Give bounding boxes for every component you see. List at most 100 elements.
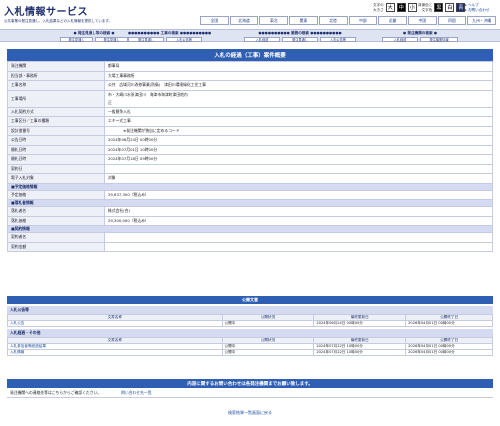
overview-row: 公告日時 2024年06月24日 00時00分 <box>7 135 493 146</box>
contact-link[interactable]: ▸ お問い合わせ <box>465 8 490 13</box>
document-link[interactable]: 入札公告 <box>7 320 223 327</box>
document-table: 文書名称 公開状況 最終更新日 公開終了日 入札参加者等経過結果 公開中 2024年07月2… <box>7 337 493 356</box>
color-white-button[interactable]: 白 <box>445 3 455 12</box>
field-label: 発注機関 <box>7 61 105 72</box>
document-cell: 2024年06月24日 00時00分 <box>313 320 407 327</box>
region-tabs: 全国 北海道 東北 関東 北陸 中部 近畿 中国 四国 九州・沖縄 <box>200 16 497 25</box>
inquiry-contacts-link[interactable]: 問い合わせ先一覧 <box>121 390 151 396</box>
field-label: 入札契約方式 <box>7 106 105 117</box>
construction-outlook-button[interactable]: 発注見通し <box>128 37 164 42</box>
field-value: ※発注機関が独自に定めるコード <box>104 125 493 136</box>
construction-notice-button[interactable]: 入札公告等 <box>166 37 202 42</box>
field-label: 契約日 <box>7 163 105 174</box>
section-title: ■契約情報 <box>7 225 493 233</box>
field-value: 2024年06月24日 00時00分 <box>104 135 493 146</box>
field-value-line: 正 <box>108 99 112 105</box>
search-group-outlook: ● 発注見通し等の検索 ● 発注見通し 発注見通し <box>60 31 128 42</box>
field-value <box>104 241 493 252</box>
overview-row: 契約日 <box>7 163 493 174</box>
document-cell: 2024年07月22日 10時00分 <box>313 349 407 356</box>
field-label: 公告日時 <box>7 135 105 146</box>
document-table: 文書名称 公開状況 最終更新日 公開終了日 入札公告 公開中 2024年06月24日 00時… <box>7 314 493 327</box>
search-group-agency: ● 発注機関の検索 ● 入札経過 発注機関情報 <box>382 31 458 42</box>
color-black-button[interactable]: 黒 <box>434 3 444 12</box>
field-label: 工事場所 <box>7 89 105 108</box>
back-to-results-link[interactable]: 検索結果一覧画面に戻る <box>0 410 500 416</box>
region-tab[interactable]: 北海道 <box>229 16 259 25</box>
page-title: 入札の経過（工事）案件概要 <box>7 49 493 61</box>
service-outlook-button[interactable]: 発注見通し <box>282 37 318 42</box>
overview-row: 落札者名 株式会社(合) <box>7 206 493 217</box>
section-title: ■落札者情報 <box>7 199 493 207</box>
field-value: 株式会社(合) <box>104 206 493 217</box>
overview-row: 予定価格 29,637,300（税込み） <box>7 189 493 200</box>
overview-row: 発注機関 都事局 <box>7 61 493 72</box>
service-notice-button[interactable]: 入札公告等 <box>320 37 356 42</box>
overview-row: 契約金額 <box>7 241 493 252</box>
overview-row: 契約者名 <box>7 232 493 243</box>
documents-title: 公開文書 <box>7 296 493 304</box>
public-documents: 公開文書 入札公告等 文書名称 公開状況 最終更新日 公開終了日 入札公告 公開中 2024年… <box>7 296 493 356</box>
document-section-title: 入札経過・その他 <box>7 329 493 337</box>
site-subtitle: 公共事業の発注見通し、入札結果などの入札情報を提供しています。 <box>4 19 113 23</box>
agency-info-button[interactable]: 発注機関情報 <box>420 37 458 42</box>
document-cell: 2026年04月01日 00時00分 <box>405 320 493 327</box>
field-value: 29,300,000（税込み） <box>104 215 493 226</box>
overview-row: 開札日時 2024年07月01日 10時00分 <box>7 144 493 155</box>
field-value: 対象 <box>104 173 493 184</box>
field-label: 設計書番号 <box>7 125 105 136</box>
field-value <box>104 163 493 174</box>
overview-table: 発注機関 都事局 担当部・事務所 大場工事事務所 工事名称 公共 広域河川改修事業(防衛)… <box>7 61 493 252</box>
region-tab[interactable]: 中部 <box>348 16 378 25</box>
agency-progress-button[interactable]: 入札経過 <box>382 37 418 42</box>
field-value: 一般競争入札 <box>104 106 493 117</box>
font-size-label: 文字の 大きさ <box>373 3 384 12</box>
region-tab[interactable]: 九州・沖縄 <box>467 16 497 25</box>
section-header: ■予定価格情報 <box>7 182 493 191</box>
region-tab[interactable]: 北陸 <box>318 16 348 25</box>
document-row: 入札公告 公開中 2024年06月24日 00時00分 2026年04月01日 00時… <box>7 320 493 327</box>
field-value-line: 市・大崎川水系津田川 海津市海津町津田地内 <box>108 91 188 97</box>
font-small-button[interactable]: 小 <box>407 3 417 12</box>
field-label: 工事名称 <box>7 80 105 91</box>
search-group-service: ●●●●●●●●●● 業務の検索 ●●●●●●●●●● 入札経過 発注見通し 入… <box>244 31 356 42</box>
region-tab[interactable]: 中国 <box>407 16 437 25</box>
header: 入札情報サービス 公共事業の発注見通し、入札結果などの入札情報を提供しています。… <box>0 0 500 30</box>
field-value: 2024年07月01日 10時00分 <box>104 144 493 155</box>
site-logo[interactable]: 入札情報サービス 公共事業の発注見通し、入札結果などの入札情報を提供しています。 <box>4 3 112 24</box>
color-label: 背景色と 文字色 <box>418 3 433 12</box>
outlook-service-button[interactable]: 発注見通し <box>95 37 128 42</box>
field-label: 契約金額 <box>7 241 105 252</box>
overview-row: 担当部・事務所 大場工事事務所 <box>7 70 493 81</box>
region-tab[interactable]: 関東 <box>289 16 318 25</box>
overview-row: 開札日時 2024年07月18日 09時00分 <box>7 154 493 165</box>
field-label: 契約者名 <box>7 232 105 243</box>
field-value <box>104 232 493 243</box>
region-tab[interactable]: 全国 <box>200 16 229 25</box>
document-row: 入札情報 公開中 2024年07月22日 10時00分 2026年04月01日 00時… <box>7 349 493 356</box>
overview-row: 工事区分／工事の種類 エキー式工事 <box>7 116 493 127</box>
search-group-construction: ●●●●●●●●●● 工事の検索 ●●●●●●●●●● 発注見通し 入札公告等 <box>128 31 212 42</box>
color-controls: 背景色と 文字色 黒 白 青 <box>418 3 466 12</box>
case-overview: 入札の経過（工事）案件概要 発注機関 都事局 担当部・事務所 大場工事事務所 工事名称公… <box>7 49 493 252</box>
font-medium-button[interactable]: 中 <box>396 3 406 12</box>
inquiry-title: 内容に関するお問い合わせは各発注機関までお願い致します。 <box>7 379 493 388</box>
outlook-construction-button[interactable]: 発注見通し <box>60 37 93 42</box>
search-bar: ● 発注見通し等の検索 ● 発注見通し 発注見通し ●●●●●●●●●● 工事の… <box>0 29 500 42</box>
field-label: 担当部・事務所 <box>7 70 105 81</box>
inquiry-text: 発注機関への連絡先等はこちらからご確認ください。 <box>10 389 102 395</box>
overview-row: 工事場所 市・大崎川水系津田川 海津市海津町津田地内正 <box>7 89 493 108</box>
font-large-button[interactable]: 大 <box>385 3 395 12</box>
region-tab[interactable]: 東北 <box>259 16 289 25</box>
field-value: 29,637,300（税込み） <box>104 189 493 200</box>
region-tab[interactable]: 近畿 <box>378 16 407 25</box>
overview-row: 電子入札対象 対象 <box>7 173 493 184</box>
service-progress-button[interactable]: 入札経過 <box>244 37 280 42</box>
region-tab[interactable]: 四国 <box>437 16 467 25</box>
site-title: 入札情報サービス <box>4 7 88 18</box>
document-link[interactable]: 入札情報 <box>7 349 223 356</box>
field-label: 工事区分／工事の種類 <box>7 116 105 127</box>
field-label: 落札価格 <box>7 215 105 226</box>
field-label: 開札日時 <box>7 144 105 155</box>
field-value: エキー式工事 <box>104 116 493 127</box>
